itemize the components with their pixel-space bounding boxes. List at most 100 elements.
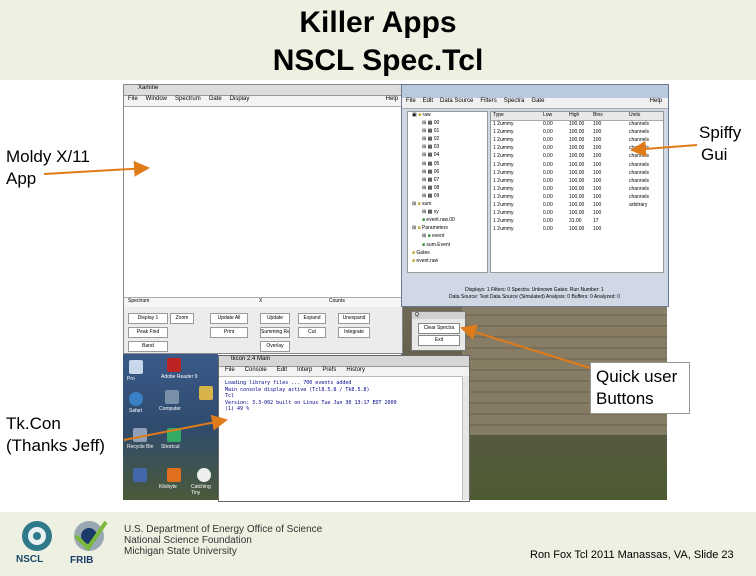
app-icon[interactable]: [133, 468, 147, 482]
menu-gate[interactable]: Gate: [209, 96, 222, 106]
integrate-button[interactable]: Integrate: [338, 327, 370, 338]
tree-item[interactable]: ⊞ ▦ 01: [408, 128, 487, 136]
menu-edit[interactable]: Edit: [277, 367, 287, 376]
table-row[interactable]: 1 2ummy 0.00 100.00 100 channels: [491, 162, 663, 170]
menu-history[interactable]: History: [346, 367, 365, 376]
exit-button[interactable]: Exit: [418, 335, 460, 346]
menu-spectra[interactable]: Spectra: [504, 98, 525, 108]
tree-group[interactable]: ■ event.raw.00: [408, 217, 487, 225]
tree-item[interactable]: ⊞ ▦ 05: [408, 161, 487, 169]
tree-group[interactable]: ■ sum.Event: [408, 242, 487, 250]
table-row[interactable]: 1 2ummy 0.00 100.00 100 channels: [491, 137, 663, 145]
slide-title-line2: NSCL Spec.Tcl: [272, 44, 484, 77]
overlay-button[interactable]: Overlay: [260, 341, 290, 352]
adobe-reader-icon[interactable]: [167, 358, 181, 372]
menu-edit[interactable]: Edit: [423, 98, 433, 108]
table-row[interactable]: 1 2ummy 0.00 100.00 100 channels: [491, 153, 663, 161]
tree-root-label: raw: [422, 112, 431, 118]
tkcon-output[interactable]: Loading library files ... 700 events add…: [225, 380, 397, 413]
tkcon-window[interactable]: tkcon 2.4 Main File Console Edit Interp …: [218, 355, 470, 502]
peak-find-button[interactable]: Peak Find: [128, 327, 168, 338]
menu-interp[interactable]: Interp: [297, 367, 312, 376]
tree-group[interactable]: ⊞ ▦ xy: [408, 209, 487, 217]
table-cell: 1 2ummy: [493, 161, 514, 168]
tree-item[interactable]: ⊞ ▦ 08: [408, 185, 487, 193]
tree-group[interactable]: ⊞ ■ event: [408, 233, 487, 241]
xamine-titlebar[interactable]: Xamine: [124, 85, 402, 96]
menu-spectrum[interactable]: Spectrum: [175, 96, 201, 106]
table-row[interactable]: 1 2ummy 0.00 100.00 100: [491, 210, 663, 218]
safari-icon[interactable]: [129, 392, 143, 406]
tree-group[interactable]: ■ event.raw: [408, 258, 487, 266]
tkcon-titlebar[interactable]: tkcon 2.4 Main: [219, 356, 469, 367]
column-header[interactable]: Units: [629, 112, 640, 118]
xamine-window[interactable]: Xamine File Window Spectrum Gate Display…: [123, 84, 403, 354]
quick-buttons-window[interactable]: Q Clear Spectra Exit: [411, 311, 466, 351]
table-row[interactable]: 1 2ummy 0.00 100.00 100 channels: [491, 178, 663, 186]
spectcl-titlebar[interactable]: [402, 85, 668, 98]
menu-file[interactable]: File: [128, 96, 138, 106]
update-all-button[interactable]: Update All: [210, 313, 248, 324]
column-header[interactable]: Low: [543, 112, 552, 118]
tree-group-label: event: [432, 233, 445, 240]
menu-prefs[interactable]: Prefs: [322, 367, 336, 376]
expand-button[interactable]: Expand: [298, 313, 326, 324]
xamine-display-canvas[interactable]: [124, 107, 402, 297]
table-row[interactable]: 1 2ummy 0.00 100.00 100 channels: [491, 194, 663, 202]
tree-item[interactable]: ⊞ ▦ 00: [408, 120, 487, 128]
table-row[interactable]: 1 2ummy 0.00 100.00 100 channels: [491, 170, 663, 178]
menu-window[interactable]: Window: [146, 96, 167, 106]
folder-icon[interactable]: [199, 386, 213, 400]
tree-item[interactable]: ⊞ ▦ 07: [408, 177, 487, 185]
spectrum-tree[interactable]: ▣ ■ raw ⊞ ▦ 00 ⊞ ▦ 01 ⊞ ▦ 02 ⊞ ▦ 03 ⊞ ▦ …: [407, 111, 488, 273]
tkcon-scrollbar[interactable]: [462, 376, 469, 500]
column-header[interactable]: High: [569, 112, 579, 118]
cut-button[interactable]: Cut: [298, 327, 326, 338]
traffic-cone-icon[interactable]: [167, 468, 181, 482]
tree-group[interactable]: ■ Gates: [408, 250, 487, 258]
pro-icon[interactable]: [129, 360, 143, 374]
menu-data-source[interactable]: Data Source: [440, 98, 473, 108]
table-row[interactable]: 1 2ummy 0.00 100.00 100 channels: [491, 121, 663, 129]
spectrum-table[interactable]: Type Low High Bins Units 1 2ummy 0.00 100.…: [490, 111, 664, 273]
tree-root[interactable]: ▣ ■ raw: [408, 112, 487, 120]
column-header[interactable]: Type: [493, 112, 504, 118]
table-row[interactable]: 1 2ummy 0.00 100.00 100: [491, 226, 663, 234]
table-row[interactable]: 1 2ummy 0.00 100.00 100 channels: [491, 186, 663, 194]
computer-icon[interactable]: [165, 390, 179, 404]
table-row[interactable]: 1 2ummy 0.00 31.00 17: [491, 218, 663, 226]
tree-item[interactable]: ⊞ ▦ 02: [408, 136, 487, 144]
menu-gate[interactable]: Gate: [531, 98, 544, 108]
table-row[interactable]: 1 2ummy 0.00 100.00 100 channels: [491, 129, 663, 137]
column-header[interactable]: Bins: [593, 112, 603, 118]
tree-item[interactable]: ⊞ ▦ 04: [408, 152, 487, 160]
table-row[interactable]: 1 2ummy 0.00 100.00 100 channels: [491, 145, 663, 153]
tree-group[interactable]: ⊞ ■ Parameters: [408, 225, 487, 233]
menu-file[interactable]: File: [225, 367, 235, 376]
tree-item[interactable]: ⊞ ▦ 09: [408, 193, 487, 201]
menu-console[interactable]: Console: [245, 367, 267, 376]
update-button[interactable]: Update: [260, 313, 290, 324]
tree-item[interactable]: ⊞ ▦ 06: [408, 169, 487, 177]
recycle-bin-icon[interactable]: [133, 428, 147, 442]
menu-file[interactable]: File: [406, 98, 416, 108]
menu-filters[interactable]: Filters: [480, 98, 496, 108]
clear-spectra-button[interactable]: Clear Spectra: [418, 323, 460, 334]
menu-help[interactable]: Help: [650, 98, 668, 108]
quick-titlebar[interactable]: Q: [412, 312, 465, 319]
spectcl-gui-window[interactable]: File Edit Data Source Filters Spectra Ga…: [401, 84, 669, 307]
summing-region-button[interactable]: Summing Region: [260, 327, 290, 338]
zoom-button[interactable]: Zoom: [170, 313, 194, 324]
band-button[interactable]: Band: [128, 341, 168, 352]
tree-item[interactable]: ⊞ ▦ 03: [408, 144, 487, 152]
tree-group[interactable]: ⊞ ■ sum: [408, 201, 487, 209]
menu-display[interactable]: Display: [230, 96, 250, 106]
menu-help[interactable]: Help: [386, 96, 402, 106]
shortcut-icon[interactable]: [167, 428, 181, 442]
display-button[interactable]: Display 1: [128, 313, 168, 324]
clock-icon[interactable]: [197, 468, 211, 482]
tree-group-label: event.raw.00: [426, 217, 455, 224]
table-row[interactable]: 1 2ummy 0.00 100.00 100 arbitrary: [491, 202, 663, 210]
print-button[interactable]: Print: [210, 327, 248, 338]
unexpand-button[interactable]: Unexpand: [338, 313, 370, 324]
